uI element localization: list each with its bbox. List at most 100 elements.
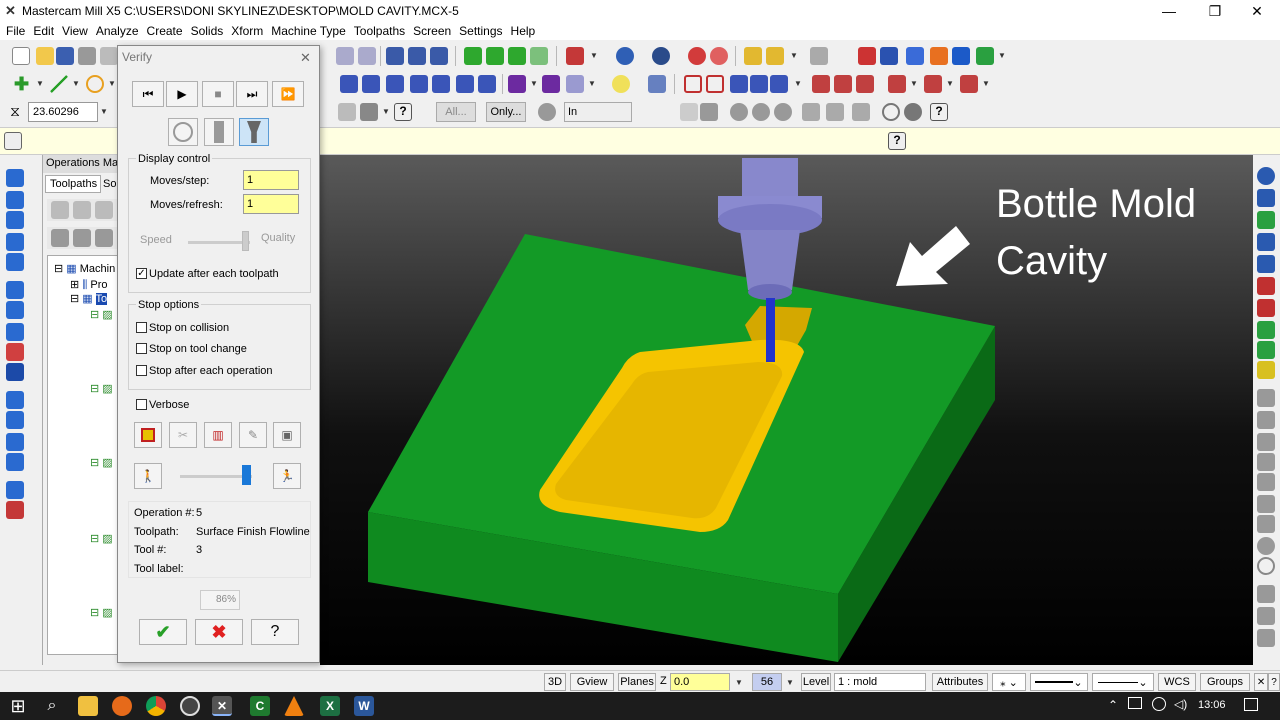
front-view-icon[interactable] bbox=[508, 47, 526, 65]
view-pan-icon[interactable] bbox=[1257, 211, 1275, 229]
select-all-ops-icon[interactable] bbox=[51, 201, 69, 219]
tray-globe-icon[interactable] bbox=[1152, 697, 1166, 711]
display-holder-button[interactable] bbox=[204, 118, 234, 146]
prompt-icon[interactable] bbox=[4, 132, 22, 150]
measure-icon[interactable] bbox=[1257, 411, 1275, 429]
line-icon[interactable] bbox=[50, 75, 68, 93]
status-groups-button[interactable]: Groups bbox=[1200, 673, 1250, 691]
windows-start-icon[interactable]: ⊞ bbox=[8, 696, 28, 716]
select-icon[interactable] bbox=[386, 47, 404, 65]
notification-icon[interactable] bbox=[1244, 698, 1258, 711]
lock-icon[interactable] bbox=[51, 229, 69, 247]
tray-volume-icon[interactable]: ◁) bbox=[1174, 697, 1187, 711]
draft-icon[interactable] bbox=[6, 433, 24, 451]
tab-toolpaths[interactable]: Toolpaths bbox=[45, 175, 101, 193]
menu-file[interactable]: File bbox=[6, 24, 25, 38]
volume-icon[interactable] bbox=[1257, 495, 1275, 513]
tree-machine-group[interactable]: ⊟ ▦ Machin bbox=[54, 262, 115, 275]
pocket-icon[interactable] bbox=[856, 75, 874, 93]
display-stock-button[interactable] bbox=[168, 118, 198, 146]
verify-close-button[interactable]: ✕ bbox=[300, 50, 311, 66]
selection-help-icon[interactable]: ? bbox=[930, 103, 948, 121]
speed-quality-thumb[interactable] bbox=[242, 231, 249, 251]
body-select-icon[interactable] bbox=[774, 103, 792, 121]
fit-icon[interactable] bbox=[648, 75, 666, 93]
menu-create[interactable]: Create bbox=[147, 24, 183, 38]
fillet-icon[interactable] bbox=[6, 253, 24, 271]
menu-machine-type[interactable]: Machine Type bbox=[271, 24, 346, 38]
right-view-icon[interactable] bbox=[530, 47, 548, 65]
walk-slow-button[interactable]: 🚶 bbox=[134, 463, 162, 489]
menu-analyze[interactable]: Analyze bbox=[96, 24, 139, 38]
function-icon[interactable] bbox=[930, 47, 948, 65]
sphere-analyze-icon[interactable] bbox=[1257, 537, 1275, 555]
maximize-button[interactable]: ❐ bbox=[1192, 0, 1238, 22]
loop-select-icon[interactable] bbox=[802, 103, 820, 121]
project-icon[interactable] bbox=[478, 75, 496, 93]
join-icon[interactable] bbox=[566, 75, 584, 93]
extrude-icon[interactable] bbox=[6, 169, 24, 187]
translate-icon[interactable] bbox=[362, 75, 380, 93]
speed-quality-slider[interactable] bbox=[188, 241, 250, 244]
end-select-icon[interactable] bbox=[904, 103, 922, 121]
stop-tool-change-checkbox[interactable] bbox=[136, 343, 147, 354]
chain-analyze-icon[interactable] bbox=[1257, 585, 1275, 603]
chrome-icon[interactable] bbox=[146, 696, 166, 716]
status-line-style-select[interactable]: ⌄ bbox=[1030, 673, 1088, 691]
tray-chevron-icon[interactable]: ⌃ bbox=[1108, 698, 1118, 712]
minimize-button[interactable]: — bbox=[1146, 0, 1192, 22]
rewind-button[interactable]: ⏮ bbox=[132, 81, 164, 107]
tool-icon[interactable] bbox=[960, 75, 978, 93]
light-icon[interactable] bbox=[612, 75, 630, 93]
new-file-icon[interactable] bbox=[12, 47, 30, 65]
z-depth-input[interactable]: 23.60296 bbox=[28, 102, 98, 122]
menu-help[interactable]: Help bbox=[511, 24, 536, 38]
break-icon[interactable] bbox=[542, 75, 560, 93]
status-point-style-select[interactable]: ⁎ ⌄ bbox=[992, 673, 1026, 691]
regenerate-icon[interactable] bbox=[95, 201, 113, 219]
sum-icon[interactable] bbox=[952, 47, 970, 65]
taskbar-clock[interactable]: 13:06 bbox=[1198, 699, 1226, 711]
obs-icon[interactable] bbox=[180, 696, 200, 716]
snap-icon[interactable] bbox=[810, 47, 828, 65]
status-z-input[interactable]: 0.0 bbox=[670, 673, 730, 691]
stop-collision-checkbox[interactable] bbox=[136, 322, 147, 333]
status-attributes-button[interactable]: Attributes bbox=[932, 673, 988, 691]
distance-icon[interactable] bbox=[1257, 433, 1275, 451]
post-icon[interactable] bbox=[95, 229, 113, 247]
stats-button[interactable]: ▥ bbox=[204, 422, 232, 448]
select-only-button[interactable]: Only... bbox=[486, 102, 526, 122]
curve-analyze-icon[interactable] bbox=[1257, 607, 1275, 625]
view-fit-icon[interactable] bbox=[1257, 255, 1275, 273]
tree-op-2[interactable]: ⊟ ▨ bbox=[90, 382, 113, 395]
trim-icon[interactable] bbox=[508, 75, 526, 93]
mastercam-taskbar-icon[interactable]: ✕ bbox=[212, 696, 232, 716]
play-button[interactable]: ▶ bbox=[166, 81, 198, 107]
toggle-display-icon[interactable] bbox=[73, 229, 91, 247]
level-manager-icon[interactable] bbox=[976, 47, 994, 65]
firefox-icon[interactable] bbox=[112, 696, 132, 716]
thicken-icon[interactable] bbox=[6, 411, 24, 429]
moves-refresh-input[interactable]: 1 bbox=[243, 194, 299, 214]
tree-op-3[interactable]: ⊟ ▨ bbox=[90, 456, 113, 469]
display-tool-button[interactable] bbox=[239, 118, 269, 146]
mirror-icon[interactable] bbox=[410, 75, 428, 93]
zoom-icon[interactable] bbox=[358, 47, 376, 65]
no-entry-icon[interactable] bbox=[1257, 557, 1275, 575]
stop-button[interactable]: ■ bbox=[202, 81, 234, 107]
edge-select-icon[interactable] bbox=[752, 103, 770, 121]
face-icon[interactable] bbox=[888, 75, 906, 93]
surface-rough-icon[interactable] bbox=[924, 75, 942, 93]
loft-icon[interactable] bbox=[6, 233, 24, 251]
rotate-icon[interactable] bbox=[386, 75, 404, 93]
moves-step-input[interactable]: 1 bbox=[243, 170, 299, 190]
wireframe-icon[interactable] bbox=[710, 47, 728, 65]
selection-method-select[interactable]: In bbox=[564, 102, 632, 122]
select-dirty-ops-icon[interactable] bbox=[73, 201, 91, 219]
select-window-icon[interactable] bbox=[430, 47, 448, 65]
status-level-label[interactable]: Level bbox=[801, 673, 831, 691]
hatch-icon[interactable] bbox=[706, 75, 724, 93]
color-icon[interactable] bbox=[338, 103, 356, 121]
sphere-icon[interactable] bbox=[652, 47, 670, 65]
table-icon[interactable] bbox=[906, 47, 924, 65]
